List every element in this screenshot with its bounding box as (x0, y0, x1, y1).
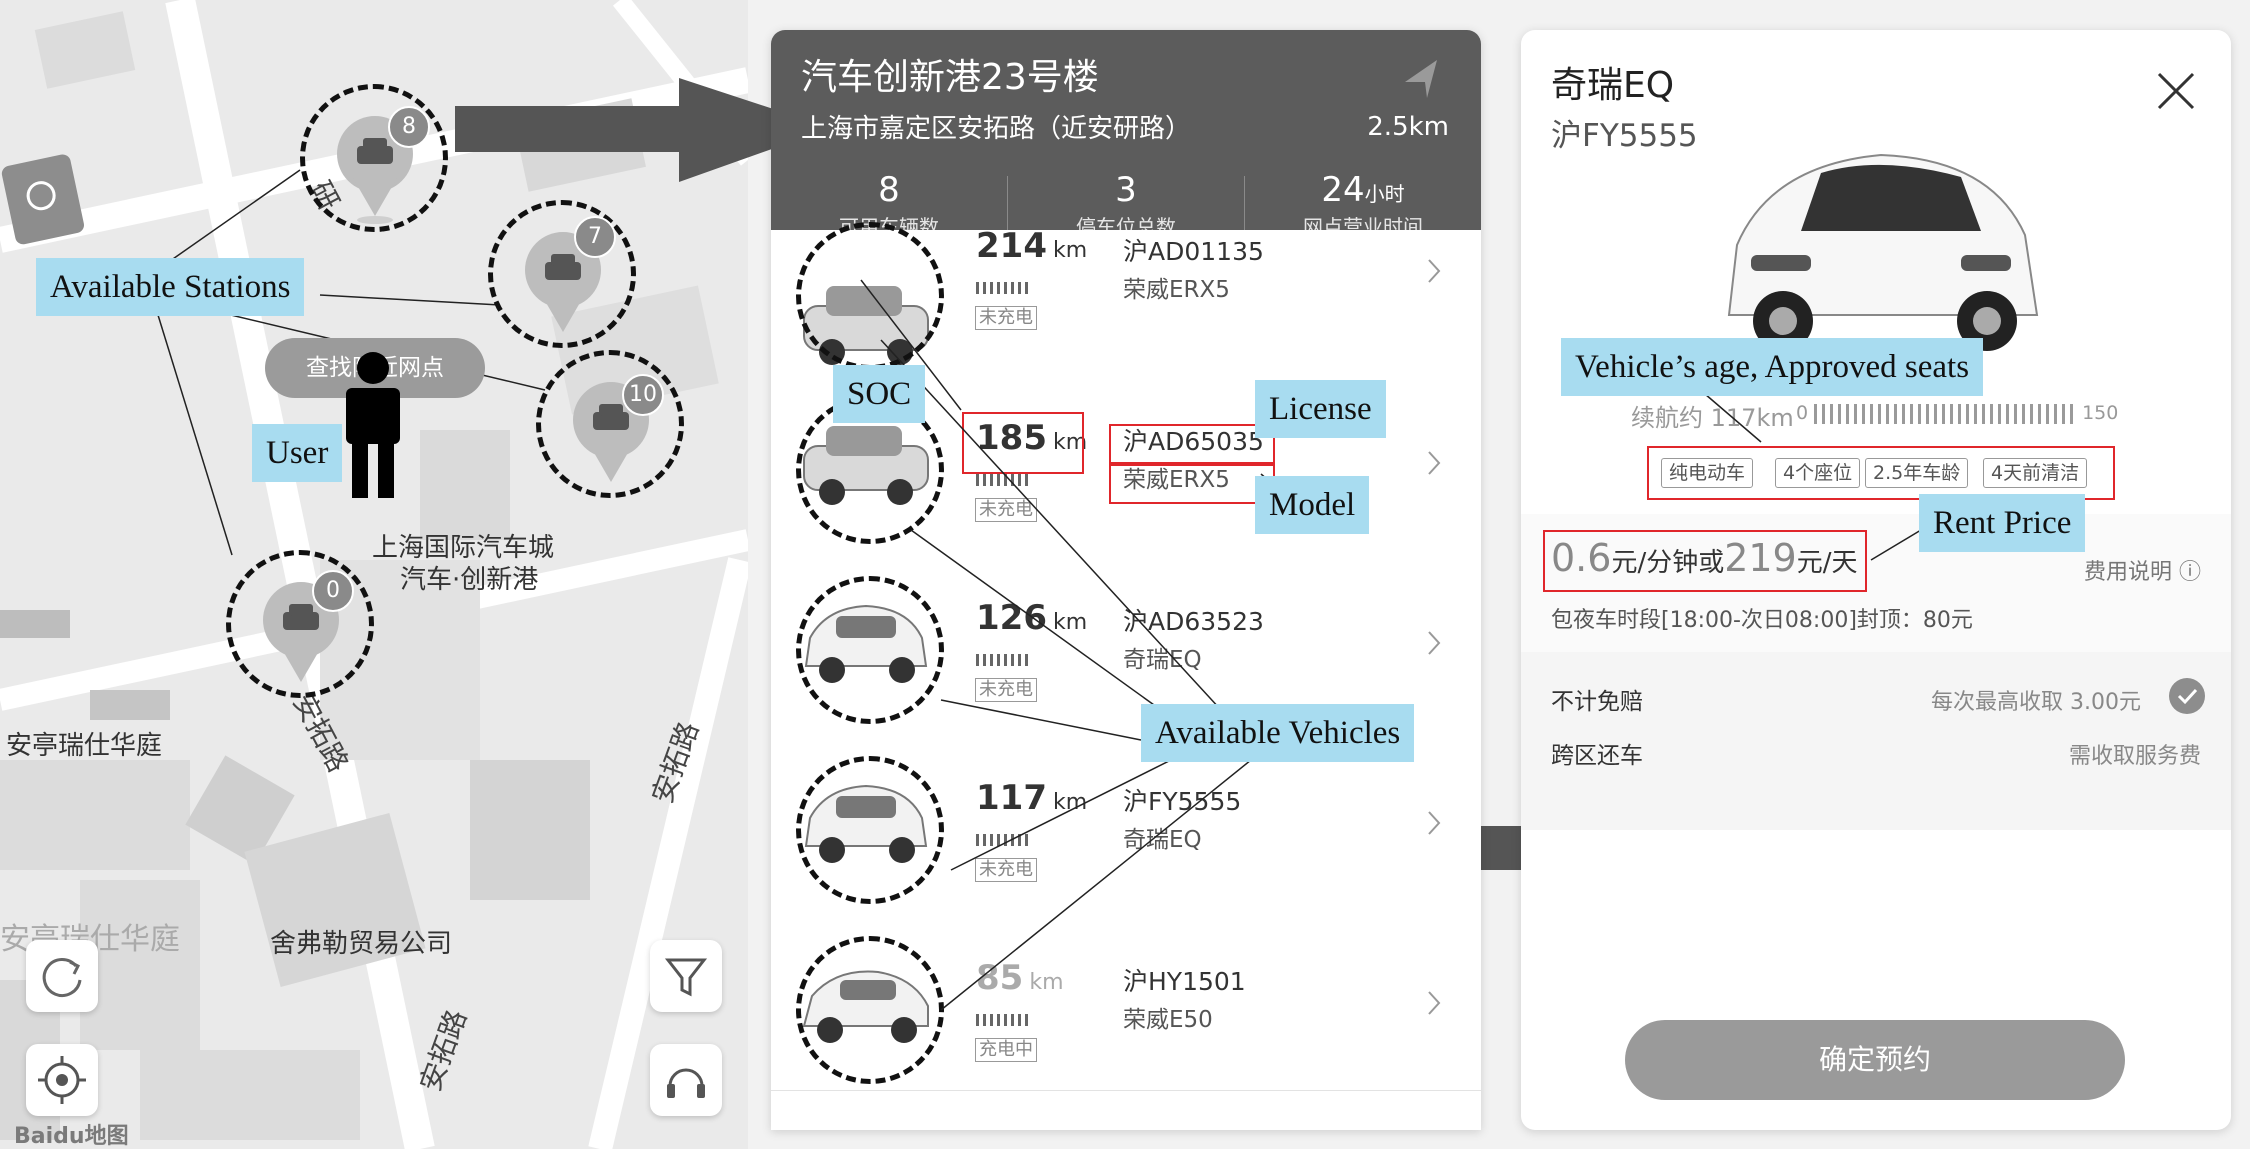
annotation-available-stations: Available Stations (36, 258, 305, 316)
station-detail-panel: 汽车创新港23号楼 上海市嘉定区安拓路（近安研路） 2.5km 8 可用车辆数 … (771, 30, 1481, 1130)
refresh-icon (42, 958, 82, 997)
place-label: 汽车·创新港 (400, 565, 539, 595)
annotation-vehicle-age-seats: Vehicle’s age, Approved seats (1561, 338, 1984, 396)
confirm-booking-button[interactable]: 确定预约 (1625, 1020, 2125, 1100)
annotation-model: Model (1255, 476, 1370, 534)
annotation-lines (860, 279, 1320, 1011)
cross-zone-return-value: 需收取服务费 (2068, 744, 2201, 769)
annotation-available-vehicles: Available Vehicles (1141, 704, 1415, 762)
baidu-map-logo: Baidu地图 (14, 1124, 129, 1149)
annotation-rent-price: Rent Price (1919, 494, 2086, 552)
annotation-license: License (1255, 380, 1386, 438)
annotation-soc: SOC (833, 365, 926, 423)
station-count-badge: 0 (312, 570, 354, 612)
locate-me-button[interactable] (26, 1044, 98, 1116)
station-count-badge: 7 (574, 216, 616, 258)
checkmark-icon[interactable] (2169, 678, 2205, 714)
annotation-lines (1690, 381, 1922, 561)
user-location-icon (346, 352, 400, 498)
place-label: 上海国际汽车城 (372, 533, 555, 563)
annotation-user: User (252, 424, 343, 482)
refresh-button[interactable] (26, 940, 98, 1012)
filter-button[interactable] (650, 940, 722, 1012)
place-label: 安亭瑞仕华庭 (6, 731, 163, 761)
vehicle-detail-panel: 奇瑞EQ 沪FY5555 续航约 117km 0 150 纯电动车 4个座位 2.… (1521, 30, 2231, 1130)
place-label: 舍弗勒贸易公司 (270, 929, 453, 959)
customer-service-button[interactable] (650, 1044, 722, 1116)
station-count-badge: 10 (622, 374, 664, 416)
insurance-label: 不计免赔 (1551, 689, 1643, 715)
cross-zone-return-label: 跨区还车 (1551, 743, 1643, 769)
station-count-badge: 8 (388, 106, 430, 148)
headset-icon (667, 1068, 705, 1098)
insurance-value: 每次最高收取 3.00元 (1931, 690, 2141, 715)
locate-icon (38, 1056, 86, 1104)
filter-icon (664, 958, 708, 997)
